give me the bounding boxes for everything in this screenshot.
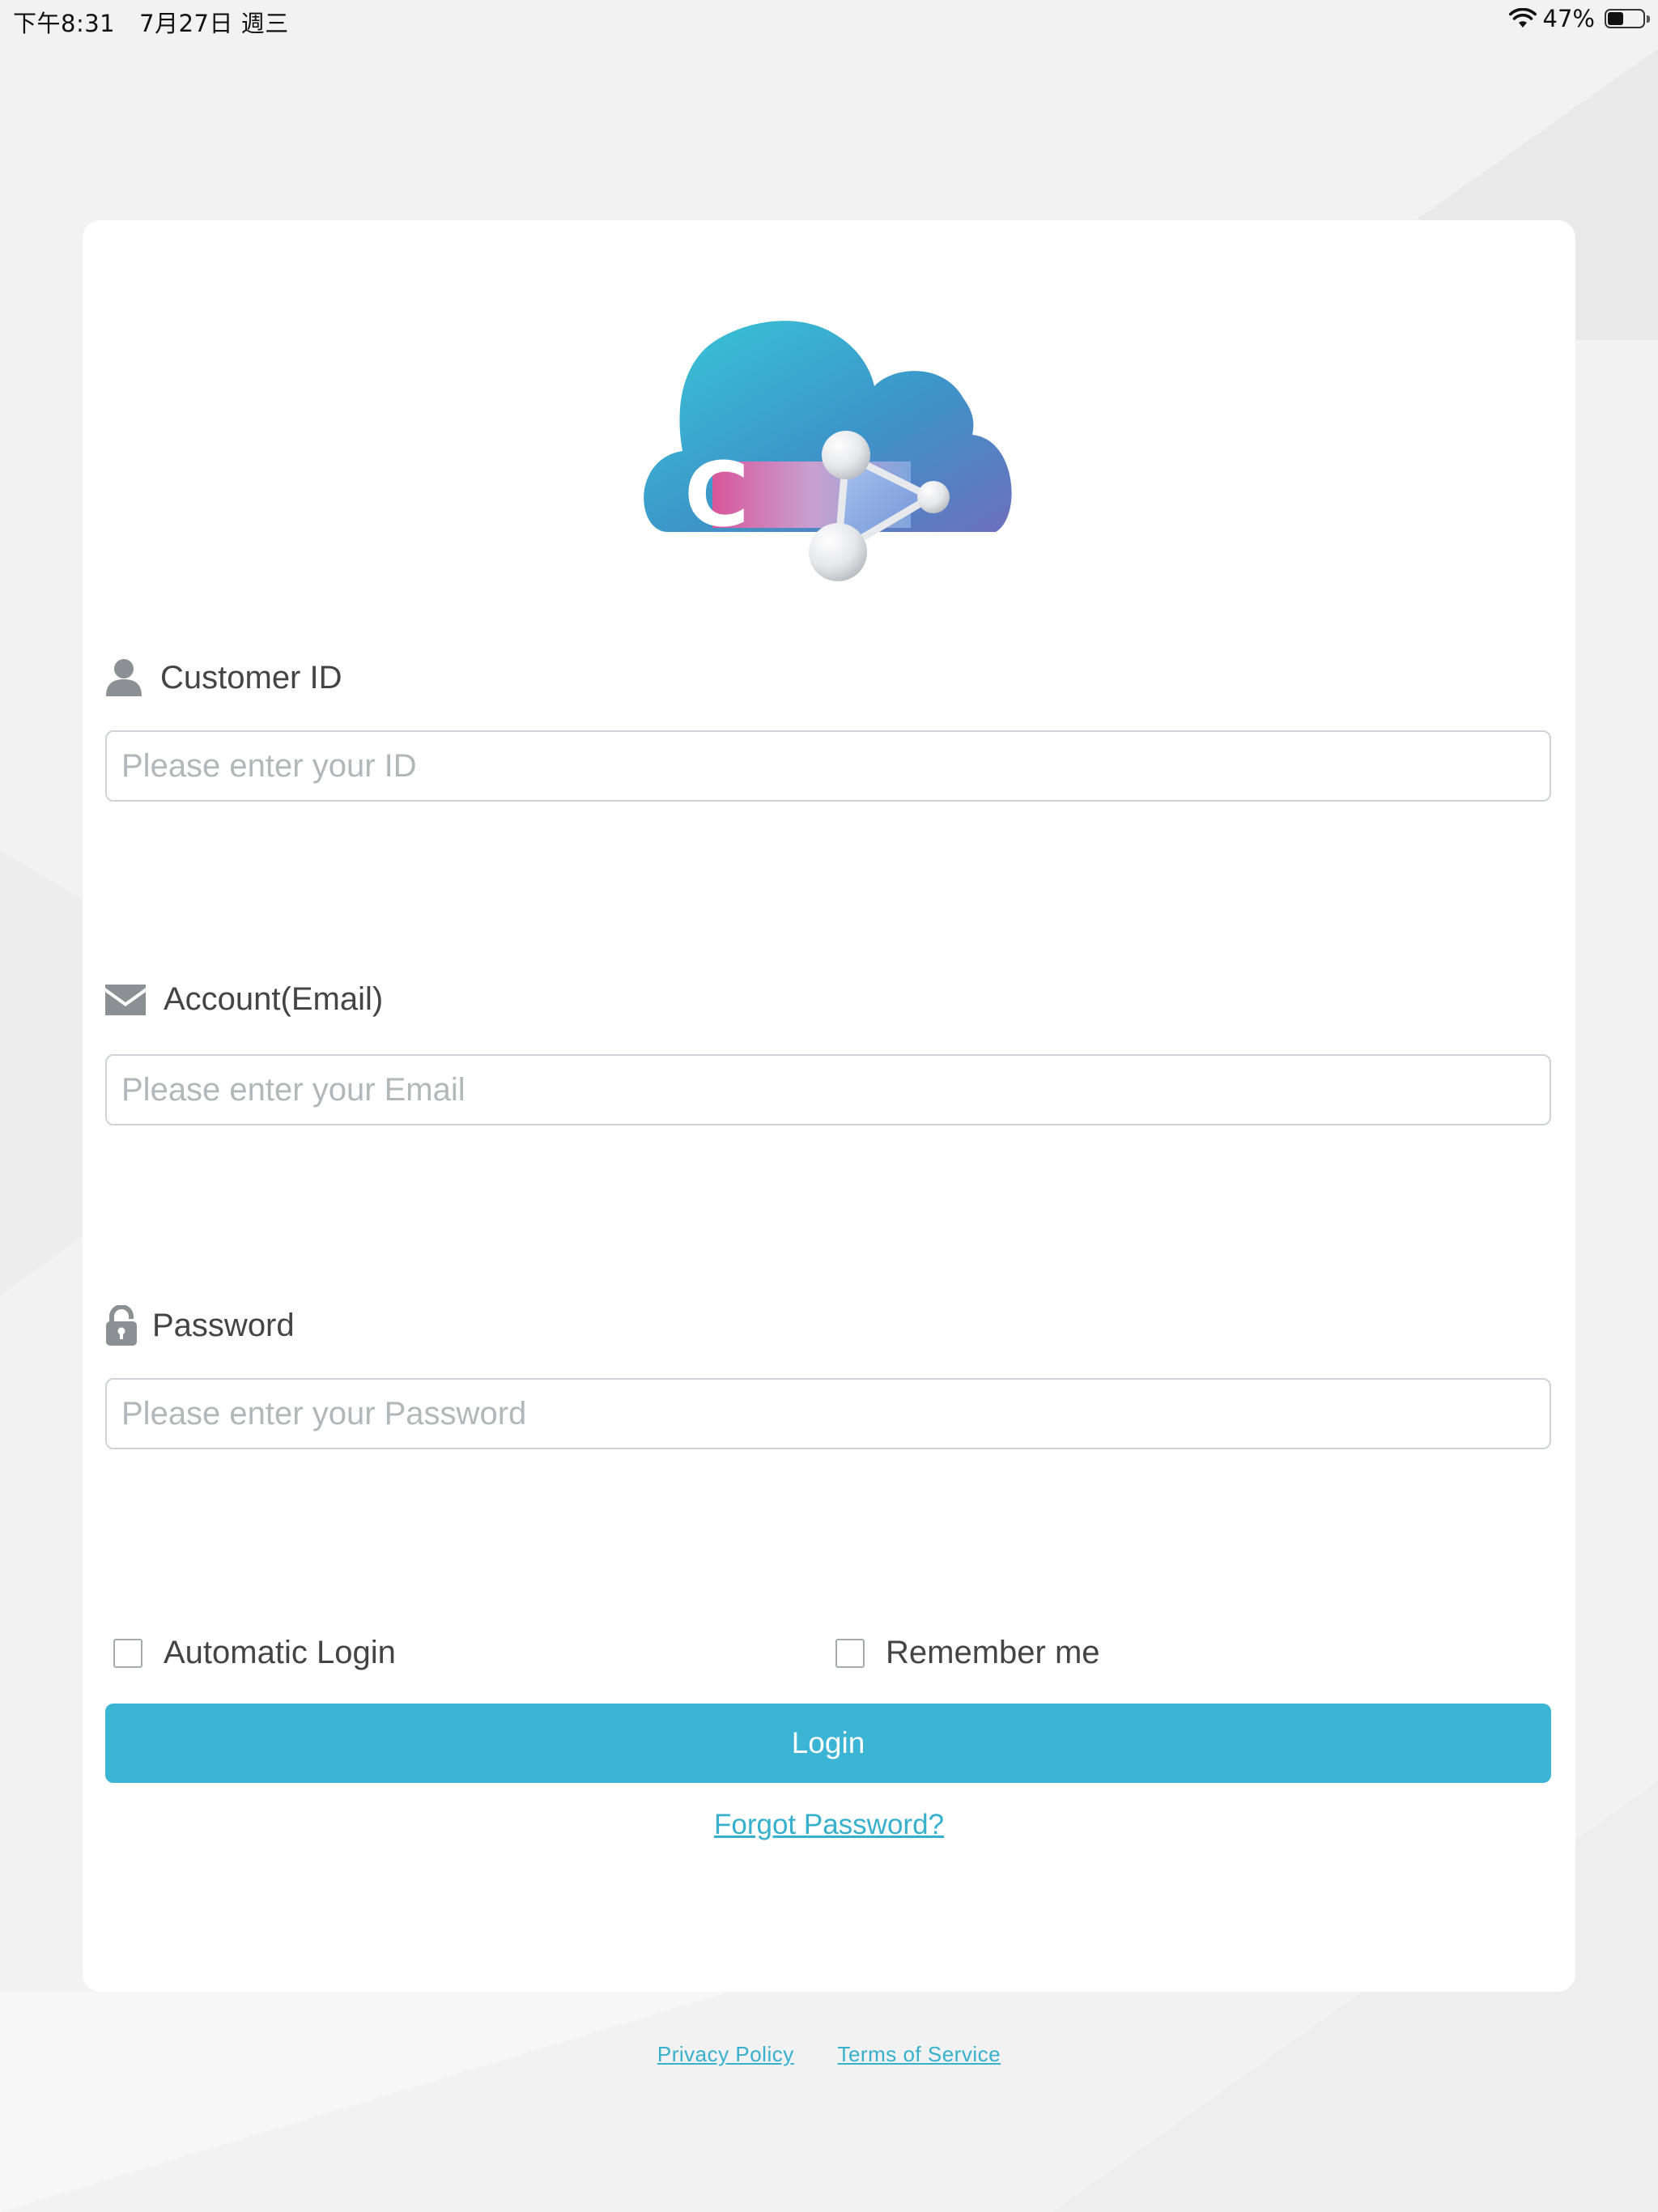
status-bar: 下午8:31 7月27日 週三 47% [0, 0, 1658, 40]
forgot-password-link[interactable]: Forgot Password? [714, 1809, 944, 1840]
password-label: Password [152, 1307, 295, 1343]
account-email-input[interactable] [105, 1054, 1551, 1125]
status-time-date: 下午8:31 7月27日 週三 [13, 5, 289, 39]
account-email-label-row: Account(Email) [105, 981, 383, 1018]
login-button[interactable]: Login [105, 1704, 1551, 1783]
footer-links: Privacy Policy Terms of Service [0, 2042, 1658, 2067]
automatic-login-checkbox[interactable] [113, 1638, 142, 1668]
login-card: C Customer ID Account(Email) [83, 220, 1575, 1992]
status-date: 7月27日 週三 [139, 10, 289, 37]
customer-id-label-row: Customer ID [105, 657, 342, 698]
status-time: 下午8:31 [13, 10, 116, 37]
remember-me-checkbox[interactable] [835, 1638, 865, 1668]
forgot-password-row: Forgot Password? [83, 1809, 1575, 1841]
app-logo: C [644, 321, 1012, 581]
password-label-row: Password [105, 1305, 295, 1346]
logo-letter: C [684, 443, 750, 547]
password-input[interactable] [105, 1378, 1551, 1449]
status-indicators: 47% [1508, 5, 1650, 32]
battery-icon [1605, 9, 1650, 28]
customer-id-input[interactable] [105, 730, 1551, 802]
customer-id-label: Customer ID [160, 659, 342, 696]
user-icon [105, 657, 142, 698]
battery-level [1608, 12, 1623, 25]
automatic-login-option[interactable]: Automatic Login [113, 1635, 396, 1671]
mail-icon [105, 984, 146, 1015]
lock-icon [105, 1305, 138, 1346]
automatic-login-label: Automatic Login [164, 1635, 396, 1670]
remember-me-label: Remember me [886, 1635, 1100, 1670]
wifi-icon [1508, 8, 1537, 28]
privacy-policy-link[interactable]: Privacy Policy [657, 2042, 794, 2066]
terms-of-service-link[interactable]: Terms of Service [837, 2042, 1001, 2066]
battery-percent: 47% [1542, 5, 1595, 32]
account-email-label: Account(Email) [164, 981, 384, 1017]
remember-me-option[interactable]: Remember me [835, 1635, 1100, 1671]
